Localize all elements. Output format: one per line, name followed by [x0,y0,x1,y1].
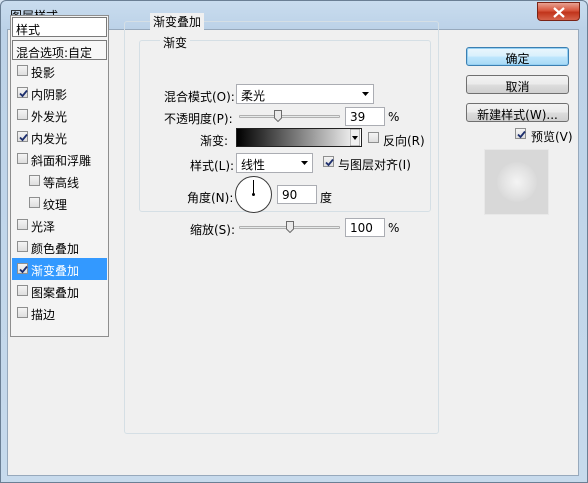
preview-checkbox-box[interactable] [515,128,526,139]
style-list-checkbox[interactable] [17,285,28,296]
style-list-item[interactable]: 颜色叠加 [12,236,107,258]
close-button[interactable] [537,2,580,21]
chevron-down-icon [301,161,308,165]
style-list-item-label: 图案叠加 [31,286,80,300]
style-list-item[interactable]: 图案叠加 [12,280,107,302]
scale-input[interactable]: 100 [345,218,385,237]
cancel-button[interactable]: 取消 [466,75,569,94]
checkmark-icon [19,265,28,274]
cancel-button-label: 取消 [505,80,530,94]
style-list-item[interactable]: 内阴影 [12,82,107,104]
style-list-item[interactable]: 纹理 [12,192,107,214]
style-list-item[interactable]: 外发光 [12,104,107,126]
align-with-layer-checkbox[interactable] [323,156,336,169]
checkmark-icon [19,89,28,98]
style-list-item-label: 光泽 [31,220,56,234]
style-list-item[interactable]: 描边 [12,302,107,324]
style-list-checkbox[interactable] [17,307,28,318]
chevron-down-icon [349,128,361,147]
style-list-item[interactable]: 内发光 [12,126,107,148]
checkmark-icon [19,133,28,142]
new-style-button[interactable]: 新建样式(W)... [466,103,569,122]
style-list-item-label: 内阴影 [31,88,68,102]
style-list-header[interactable]: 样式 [12,17,107,37]
opacity-label: 不透明度(P): [164,112,233,126]
style-list-checkbox[interactable] [29,197,40,208]
style-label: 样式(L): [190,159,235,173]
style-list-item-label: 内发光 [31,132,68,146]
style-list-item[interactable]: 渐变叠加 [12,258,107,280]
blend-mode-select[interactable]: 柔光 [236,84,374,104]
style-list-item-label: 渐变叠加 [31,264,80,278]
ok-button[interactable]: 确定 [466,47,569,66]
gradient-dropdown-button[interactable] [349,128,361,149]
opacity-value: 39 [350,110,366,124]
gradient-label: 渐变: [200,134,229,148]
angle-input[interactable]: 90 [277,185,317,204]
blend-mode-value: 柔光 [241,89,266,103]
style-list-item[interactable]: 投影 [12,60,107,82]
close-icon [553,7,565,18]
new-style-button-label: 新建样式(W)... [477,108,558,122]
opacity-slider-thumb[interactable] [274,110,283,122]
preview-label: 预览(V) [531,130,573,144]
blend-options-item[interactable]: 混合选项:自定 [12,40,107,60]
scale-slider-thumb[interactable] [285,221,294,233]
angle-unit: 度 [320,191,333,205]
style-list-item-label: 颜色叠加 [31,242,80,256]
gradient-style-value: 线性 [241,158,266,172]
chevron-down-icon [362,92,369,96]
style-list-checkbox[interactable] [17,65,28,76]
style-preview-shape [497,162,537,202]
style-list-item-label: 外发光 [31,110,68,124]
opacity-input[interactable]: 39 [345,107,385,126]
style-list-checkbox[interactable] [29,175,40,186]
style-list-checkbox[interactable] [17,219,28,230]
angle-dial[interactable] [235,176,272,213]
ok-button-label: 确定 [505,52,530,66]
angle-label: 角度(N): [187,191,234,205]
style-list-checkbox[interactable] [17,153,28,164]
style-list-item-label: 描边 [31,308,56,322]
style-list-item-label: 投影 [31,66,56,80]
angle-value: 90 [282,188,298,202]
gradient-picker[interactable] [236,128,362,147]
style-preview-thumbnail [484,149,549,215]
checkmark-icon [325,158,334,167]
style-list-checkbox[interactable] [17,87,28,98]
scale-label: 缩放(S): [190,223,236,237]
scale-unit: % [388,221,400,235]
style-list-item-label: 纹理 [43,198,68,212]
style-list-item[interactable]: 光泽 [12,214,107,236]
style-list-checkbox[interactable] [17,263,28,274]
reverse-label: 反向(R) [383,134,425,148]
align-checkbox-box[interactable] [323,156,334,167]
preview-checkbox[interactable] [515,128,528,141]
opacity-slider-track[interactable] [239,115,340,118]
reverse-checkbox[interactable] [368,132,381,145]
style-list-checkbox[interactable] [17,241,28,252]
style-list-item[interactable]: 斜面和浮雕 [12,148,107,170]
blend-options-label: 混合选项:自定 [16,46,93,60]
align-with-layer-label: 与图层对齐(I) [338,158,411,172]
style-list: 样式 混合选项:自定 投影内阴影外发光内发光斜面和浮雕等高线纹理光泽颜色叠加渐变… [10,15,109,337]
style-list-checkbox[interactable] [17,131,28,142]
checkmark-icon [517,130,526,139]
style-list-item-label: 等高线 [43,176,80,190]
style-list-header-label: 样式 [16,23,41,37]
style-list-checkbox[interactable] [17,109,28,120]
blend-mode-label: 混合模式(O): [164,90,235,104]
scale-value: 100 [350,221,373,235]
style-list-item[interactable]: 等高线 [12,170,107,192]
gradient-subgroup-title: 渐变 [160,34,191,51]
opacity-unit: % [388,110,400,124]
gradient-style-select[interactable]: 线性 [236,153,313,173]
angle-dial-needle [252,180,255,196]
style-list-item-label: 斜面和浮雕 [31,154,92,168]
gradient-overlay-group-title: 渐变叠加 [150,13,205,30]
reverse-checkbox-box[interactable] [368,132,379,143]
